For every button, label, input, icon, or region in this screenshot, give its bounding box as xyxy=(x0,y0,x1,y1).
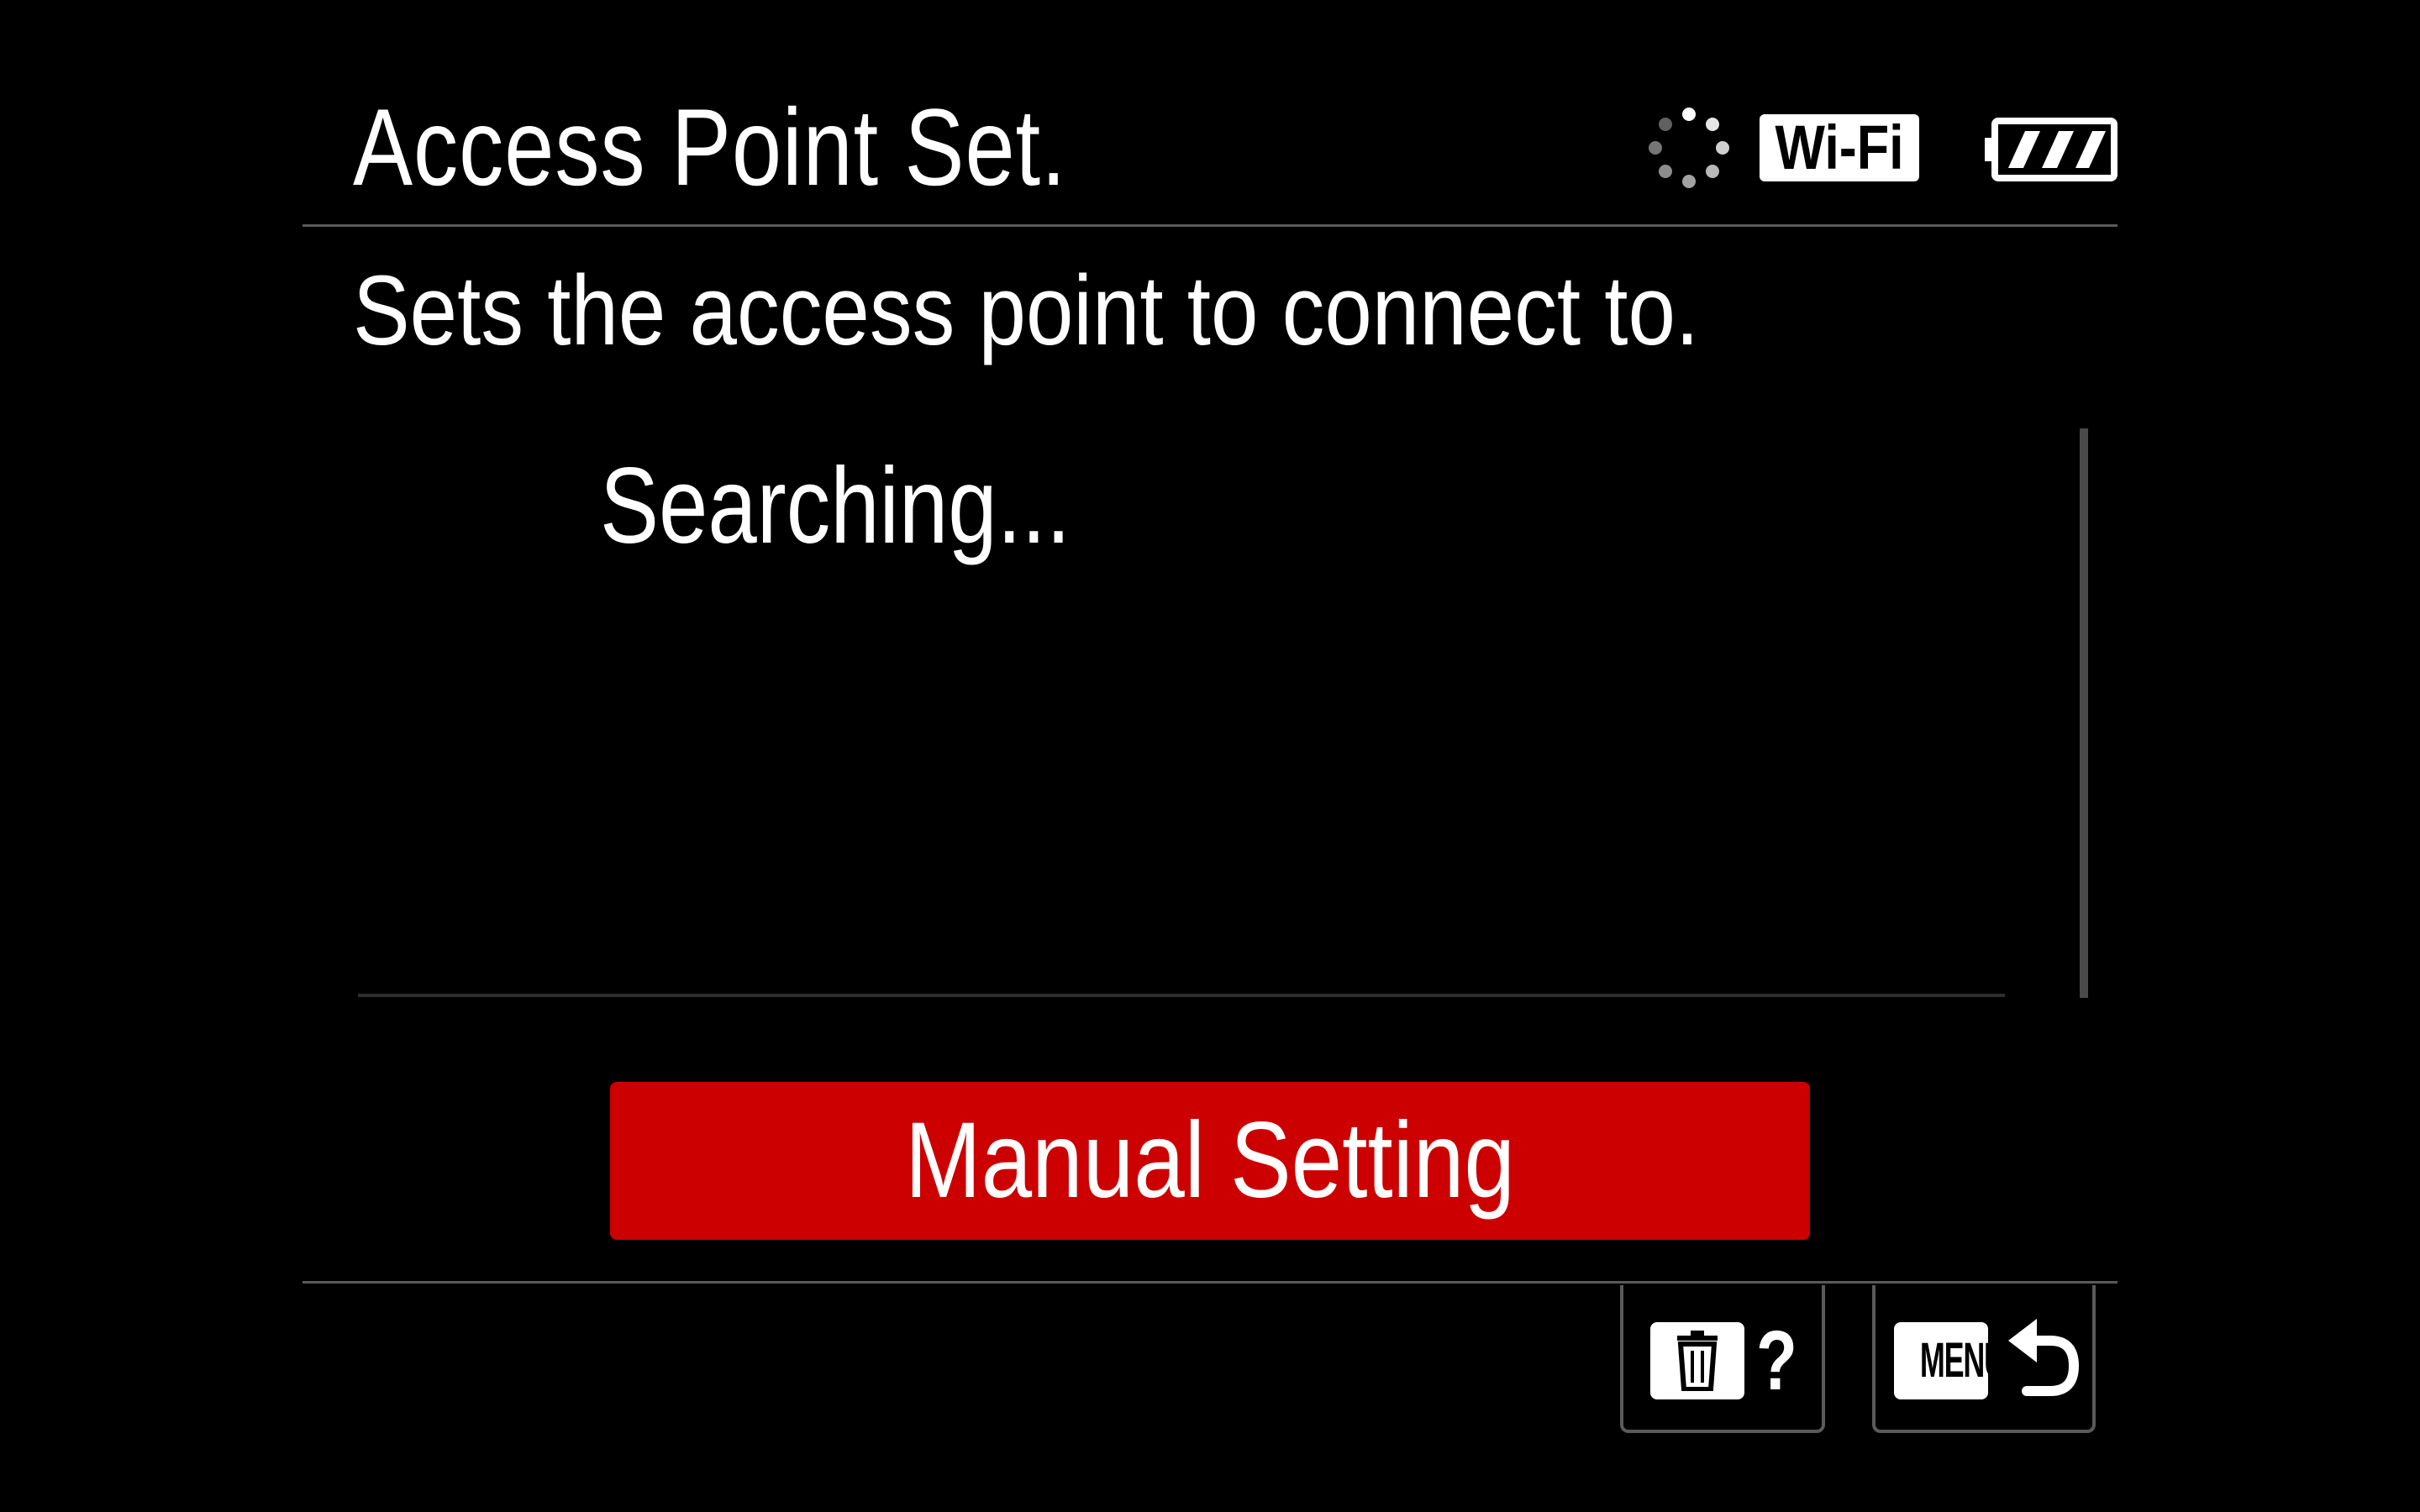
menu-key-label: MENU xyxy=(1919,1333,1988,1388)
header-divider xyxy=(302,224,2118,227)
status-bar: Wi-Fi xyxy=(1647,101,2118,202)
back-arrow-icon xyxy=(2008,1319,2080,1396)
menu-key: MENU xyxy=(1894,1322,1988,1399)
list-divider xyxy=(358,994,2005,997)
page-title: Access Point Set. xyxy=(353,86,1067,208)
manual-setting-label: Manual Setting xyxy=(905,1100,1515,1221)
loading-spinner-icon xyxy=(1649,108,1729,188)
access-point-list[interactable]: Searching... xyxy=(358,428,2005,1000)
searching-status: Searching... xyxy=(600,446,1071,566)
description-text: Sets the access point to connect to. xyxy=(353,255,1700,366)
help-hint[interactable]: ? xyxy=(1620,1285,1825,1433)
battery-full-icon xyxy=(1985,118,2118,181)
trash-key xyxy=(1650,1322,1744,1399)
wifi-icon: Wi-Fi xyxy=(1760,114,1919,181)
trash-icon xyxy=(1677,1331,1718,1391)
list-scrollbar[interactable] xyxy=(2080,428,2088,998)
help-label: ? xyxy=(1756,1314,1797,1408)
footer-divider xyxy=(302,1281,2118,1284)
manual-setting-button[interactable]: Manual Setting xyxy=(610,1082,1810,1240)
back-hint[interactable]: MENU xyxy=(1872,1285,2096,1433)
wifi-label: Wi-Fi xyxy=(1775,114,1904,181)
